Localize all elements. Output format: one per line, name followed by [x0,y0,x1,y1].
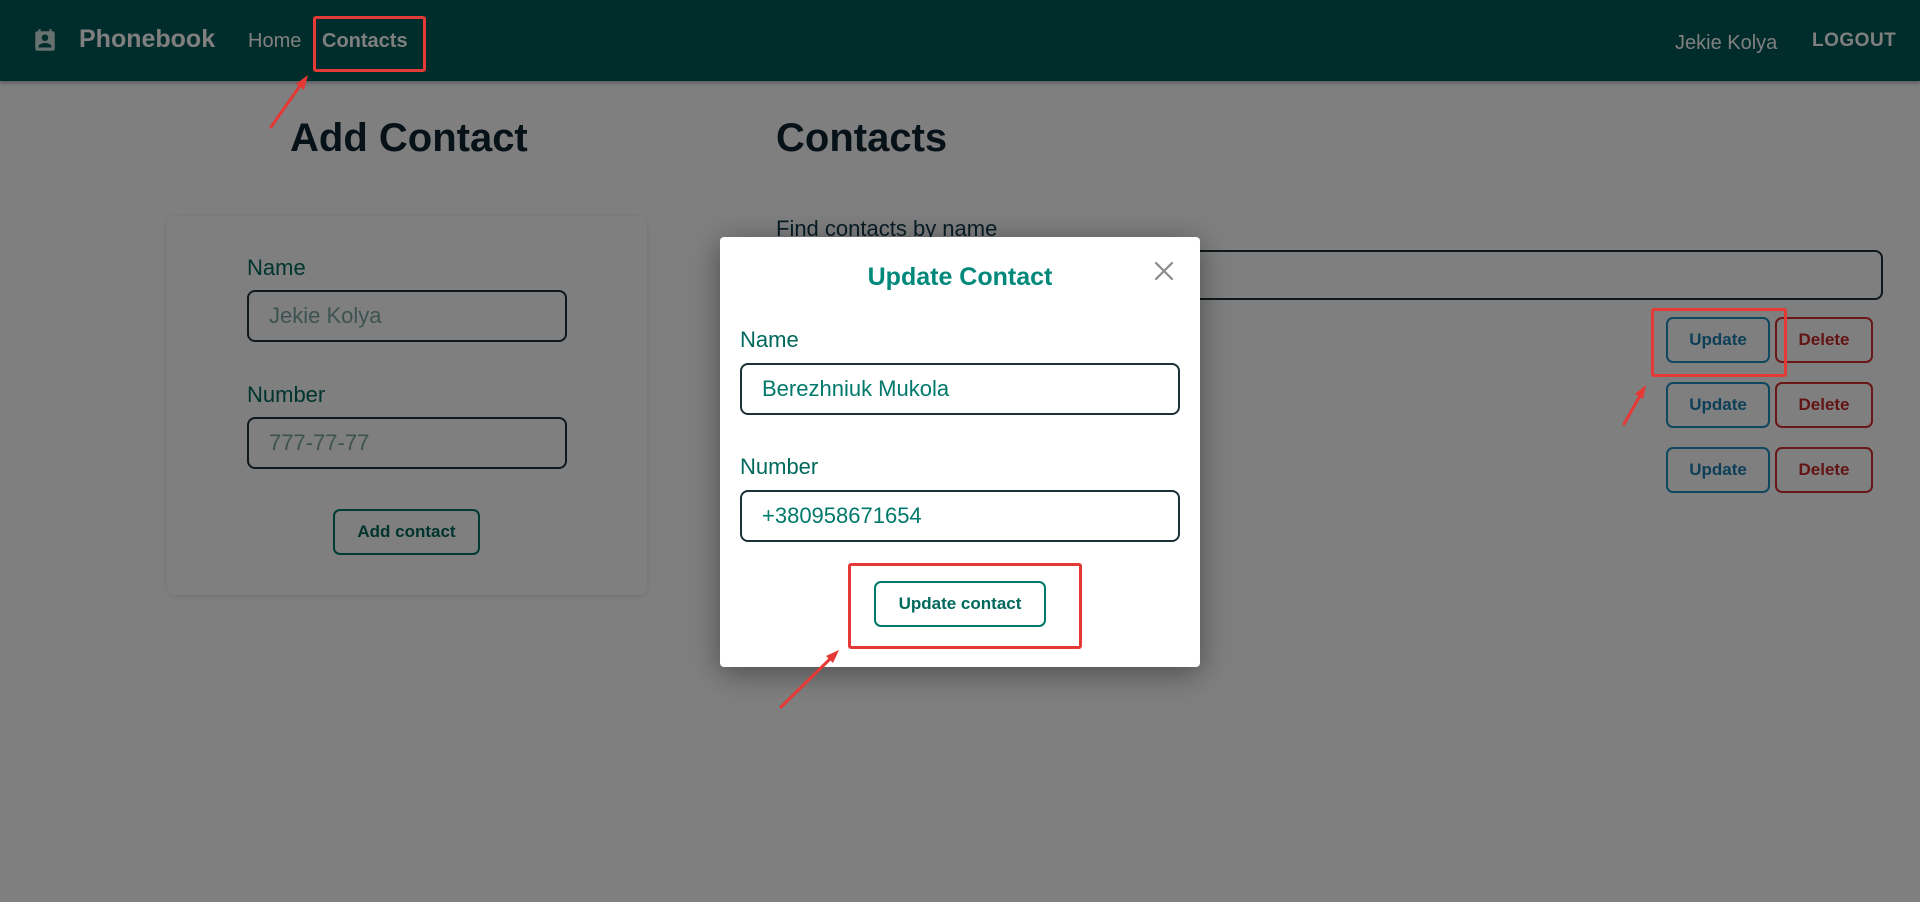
arrow-icon [269,75,308,129]
arrow-icon [1622,385,1646,426]
arrow-icon [779,650,839,709]
annotation-arrows [269,75,1646,709]
